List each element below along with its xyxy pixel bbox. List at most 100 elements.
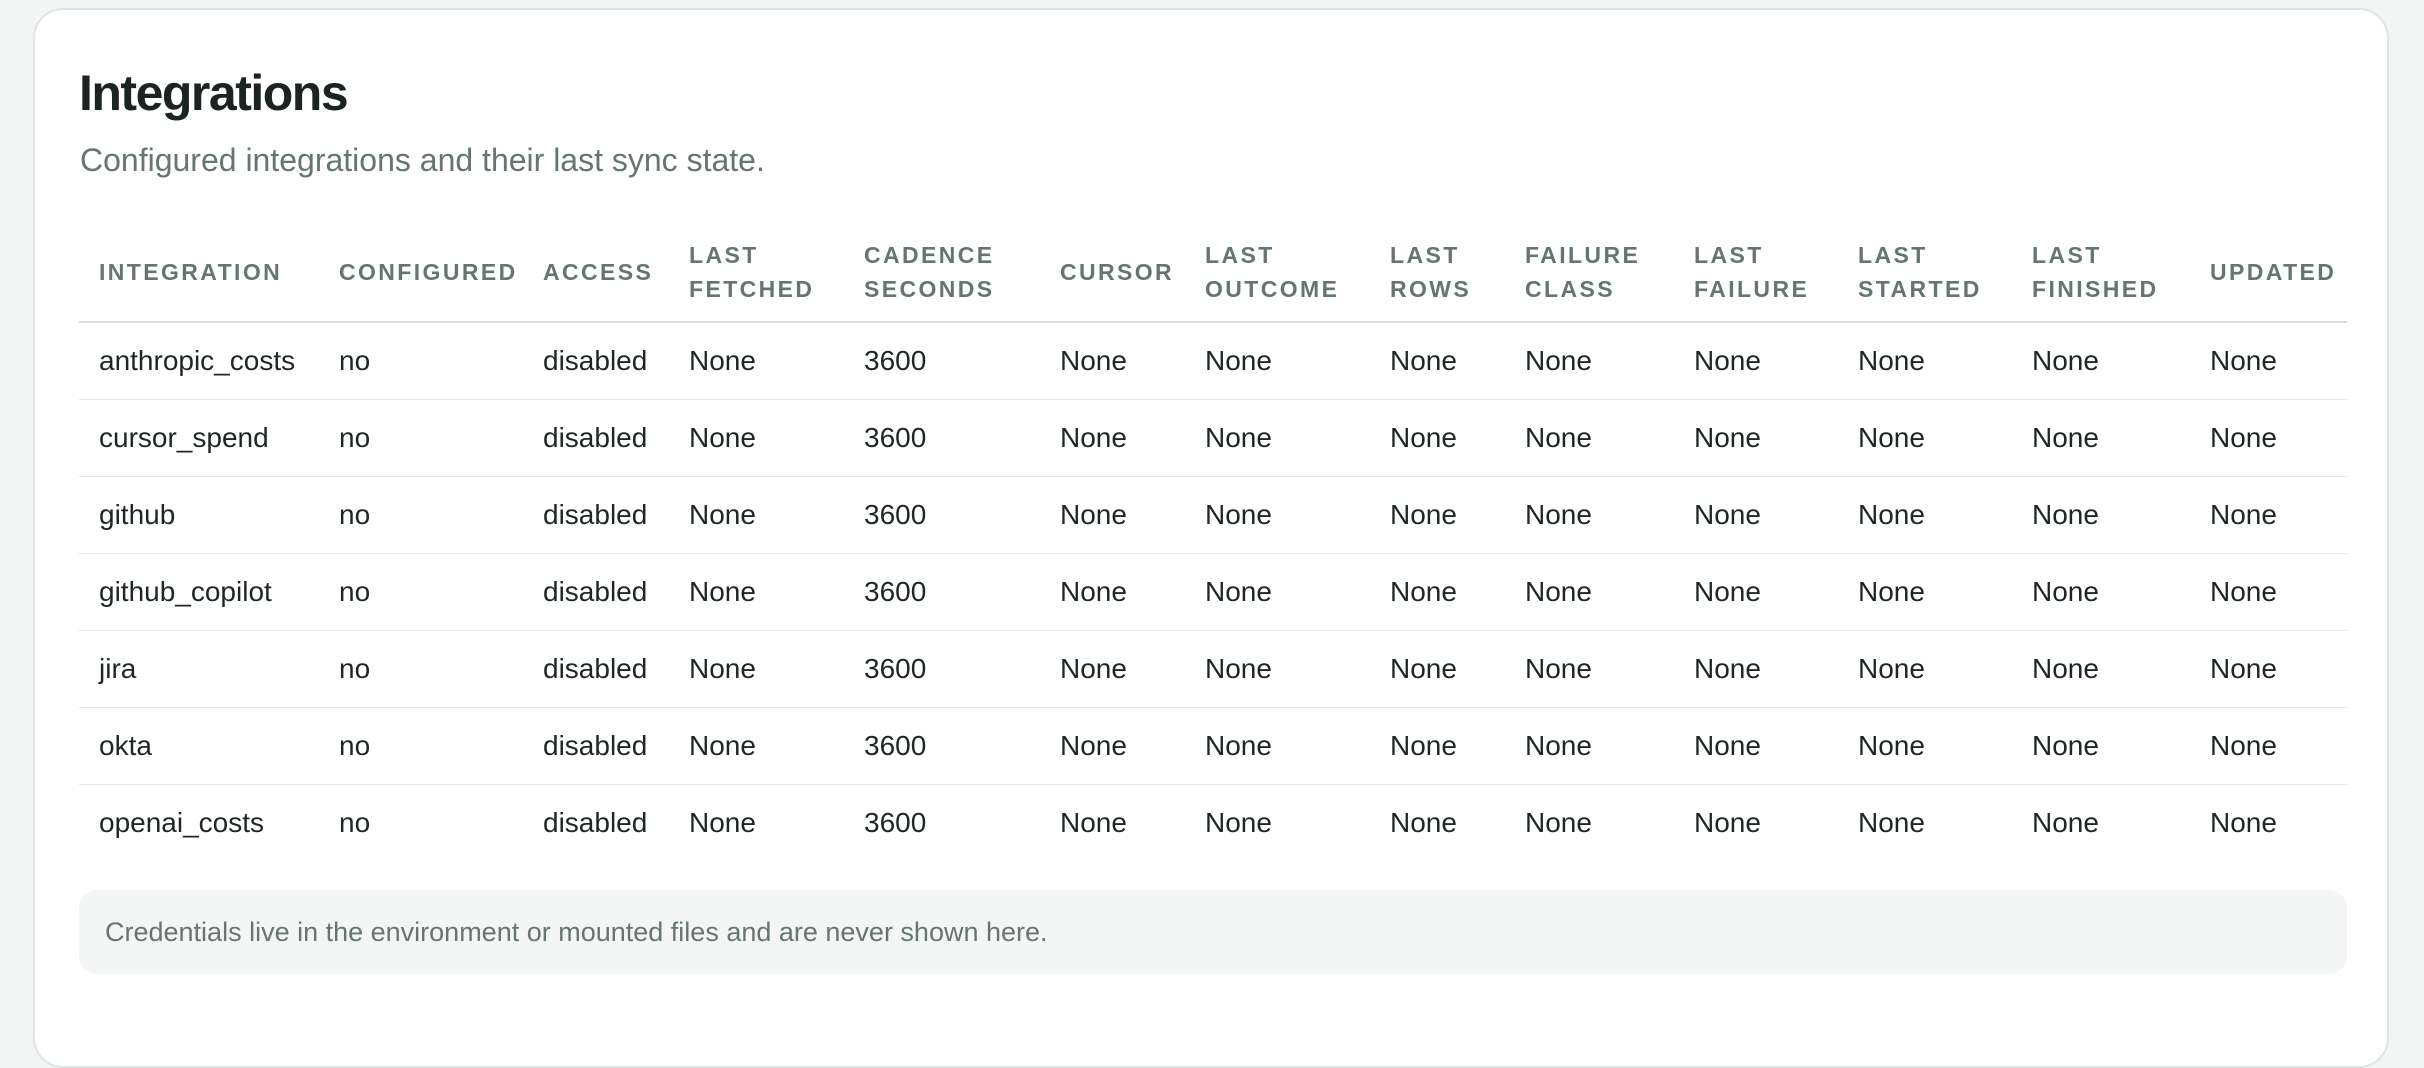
cell-last-started: None — [1858, 807, 1925, 838]
column-header-last-fetched: LAST FETCHED — [669, 228, 844, 323]
cell-last-failure: None — [1674, 476, 1838, 554]
table-row: github no disabled None 3600 None None N… — [79, 476, 2347, 554]
cell-last-failure: None — [1674, 399, 1838, 477]
cell-last-rows: None — [1370, 630, 1505, 708]
cell-last-started: None — [1838, 553, 2012, 631]
cell-integration: cursor_spend — [79, 399, 319, 477]
cell-integration: openai_costs — [99, 807, 265, 838]
cell-cursor: None — [1040, 476, 1185, 554]
cell-last-failure: None — [1674, 322, 1838, 400]
cell-access: disabled — [523, 707, 669, 785]
credentials-note: Credentials live in the environment or m… — [79, 890, 2347, 974]
cell-failure-class: None — [1505, 322, 1674, 400]
cell-failure-class: None — [1505, 476, 1674, 554]
cell-last-fetched: None — [689, 807, 756, 838]
cell-last-rows: None — [1370, 707, 1505, 785]
column-header-last-outcome: LAST OUTCOME — [1185, 228, 1370, 323]
page-subtitle: Configured integrations and their last s… — [80, 142, 765, 178]
cell-last-outcome: None — [1185, 707, 1370, 785]
cell-access: disabled — [523, 399, 669, 477]
cell-last-failure: None — [1694, 807, 1761, 838]
cell-last-outcome: None — [1185, 630, 1370, 708]
cell-last-outcome: None — [1185, 322, 1370, 400]
cell-configured: no — [319, 476, 523, 554]
cell-integration: jira — [79, 630, 319, 708]
column-header-last-failure: LAST FAILURE — [1674, 228, 1838, 323]
cell-last-finished: None — [2012, 476, 2190, 554]
cell-failure-class: None — [1505, 630, 1674, 708]
cell-last-outcome: None — [1185, 553, 1370, 631]
cell-last-rows: None — [1370, 476, 1505, 554]
cell-cursor: None — [1040, 630, 1185, 708]
cell-access: disabled — [523, 630, 669, 708]
cell-cadence-seconds: 3600 — [844, 630, 1040, 708]
column-header-last-rows: LAST ROWS — [1370, 228, 1505, 323]
cell-cursor: None — [1040, 322, 1185, 400]
cell-cadence-seconds: 3600 — [844, 553, 1040, 631]
column-header-access: ACCESS — [523, 228, 669, 323]
table-row: okta no disabled None 3600 None None Non… — [79, 707, 2347, 785]
cell-integration: anthropic_costs — [79, 322, 319, 400]
column-header-updated: UPDATED — [2190, 228, 2347, 323]
column-header-cadence-seconds: CADENCE SECONDS — [844, 228, 1040, 323]
cell-last-started: None — [1838, 399, 2012, 477]
cell-configured: no — [319, 553, 523, 631]
cell-updated: None — [2190, 399, 2347, 477]
cell-cadence-seconds: 3600 — [844, 476, 1040, 554]
cell-access: disabled — [523, 553, 669, 631]
cell-last-started: None — [1838, 476, 2012, 554]
cell-failure-class: None — [1505, 399, 1674, 477]
cell-integration: github — [79, 476, 319, 554]
table-header-row: INTEGRATION CONFIGURED ACCESS LAST FETCHE… — [79, 228, 2347, 323]
cell-cursor: None — [1040, 553, 1185, 631]
cell-last-fetched: None — [669, 707, 844, 785]
cell-last-finished: None — [2012, 322, 2190, 400]
cell-cursor: None — [1040, 707, 1185, 785]
cell-updated: None — [2190, 630, 2347, 708]
cell-last-fetched: None — [669, 399, 844, 477]
cell-last-started: None — [1838, 630, 2012, 708]
cell-last-finished: None — [2012, 553, 2190, 631]
cell-updated: None — [2190, 553, 2347, 631]
table-row: jira no disabled None 3600 None None Non… — [79, 630, 2347, 708]
cell-last-outcome: None — [1205, 807, 1272, 838]
cell-last-rows: None — [1370, 553, 1505, 631]
cell-access: disabled — [523, 476, 669, 554]
cell-last-finished: None — [2012, 630, 2190, 708]
table-row: openai_costs no disabled None 3600 None … — [79, 785, 2347, 862]
cell-updated: None — [2190, 322, 2347, 400]
cell-last-finished: None — [2032, 807, 2099, 838]
cell-last-fetched: None — [669, 476, 844, 554]
cell-configured: no — [319, 399, 523, 477]
cell-failure-class: None — [1525, 807, 1592, 838]
cell-configured: no — [319, 707, 523, 785]
cell-last-outcome: None — [1185, 399, 1370, 477]
cell-configured: no — [319, 630, 523, 708]
cell-integration: okta — [79, 707, 319, 785]
cell-cursor: None — [1040, 399, 1185, 477]
page-title: Integrations — [79, 65, 349, 121]
integrations-card: Integrations Configured integrations and… — [33, 8, 2389, 1068]
cell-last-rows: None — [1390, 807, 1457, 838]
column-header-last-finished: LAST FINISHED — [2012, 228, 2190, 323]
cell-last-finished: None — [2012, 707, 2190, 785]
cell-cadence-seconds: 3600 — [844, 322, 1040, 400]
cell-access: disabled — [543, 807, 648, 838]
cell-failure-class: None — [1505, 553, 1674, 631]
column-header-integration: INTEGRATION — [79, 228, 319, 323]
cell-last-started: None — [1838, 322, 2012, 400]
column-header-configured: CONFIGURED — [319, 228, 523, 323]
column-header-last-started: LAST STARTED — [1838, 228, 2012, 323]
cell-failure-class: None — [1505, 707, 1674, 785]
cell-cadence-seconds: 3600 — [864, 807, 927, 838]
cell-integration: github_copilot — [79, 553, 319, 631]
cell-updated: None — [2210, 807, 2277, 838]
cell-configured: no — [339, 807, 371, 838]
cell-last-started: None — [1838, 707, 2012, 785]
cell-cadence-seconds: 3600 — [844, 707, 1040, 785]
column-header-cursor: CURSOR — [1040, 228, 1185, 323]
cell-last-outcome: None — [1185, 476, 1370, 554]
cell-last-fetched: None — [669, 322, 844, 400]
table-row: github_copilot no disabled None 3600 Non… — [79, 553, 2347, 631]
cell-configured: no — [319, 322, 523, 400]
